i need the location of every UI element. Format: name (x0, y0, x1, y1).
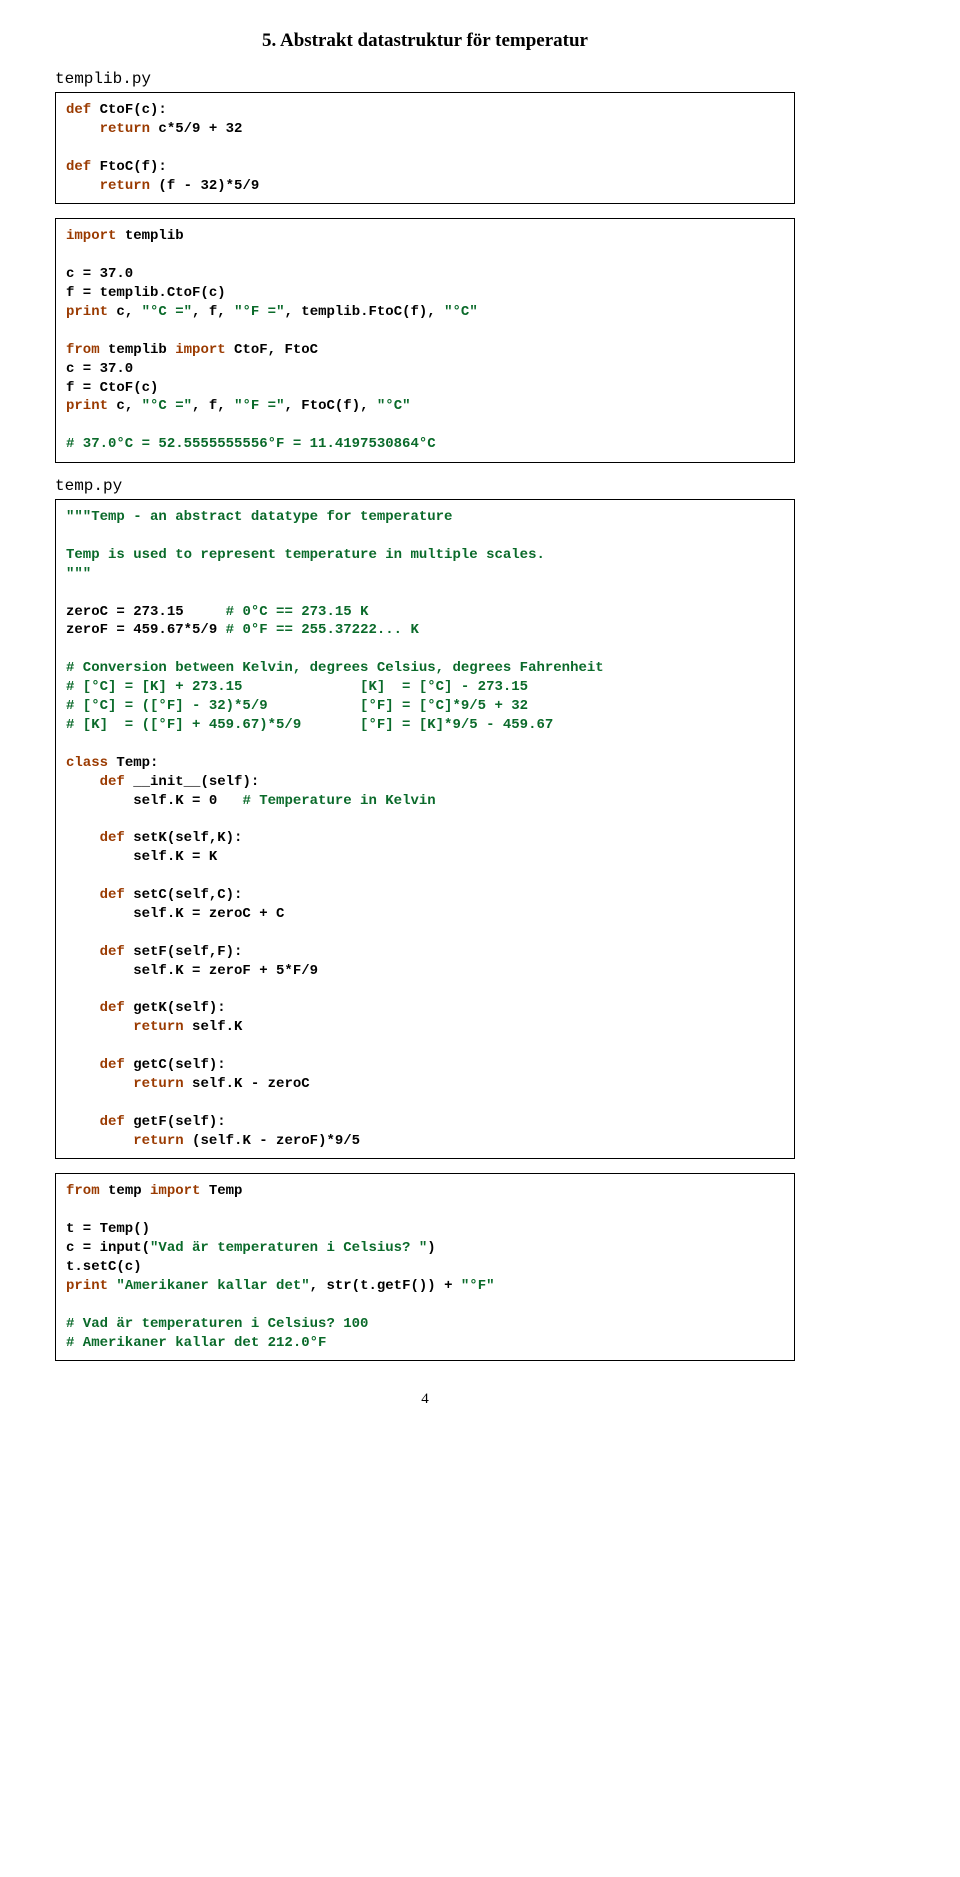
filename-templib: templib.py (55, 70, 795, 88)
code-block-2: import templib c = 37.0 f = templib.CtoF… (55, 218, 795, 463)
code-block-1: def CtoF(c): return c*5/9 + 32 def FtoC(… (55, 92, 795, 204)
page-number: 4 (55, 1391, 795, 1408)
code-block-4: from temp import Temp t = Temp() c = inp… (55, 1173, 795, 1361)
filename-temp: temp.py (55, 477, 795, 495)
section-heading: 5. Abstrakt datastruktur för temperatur (55, 30, 795, 52)
code-block-3: """Temp - an abstract datatype for tempe… (55, 499, 795, 1159)
